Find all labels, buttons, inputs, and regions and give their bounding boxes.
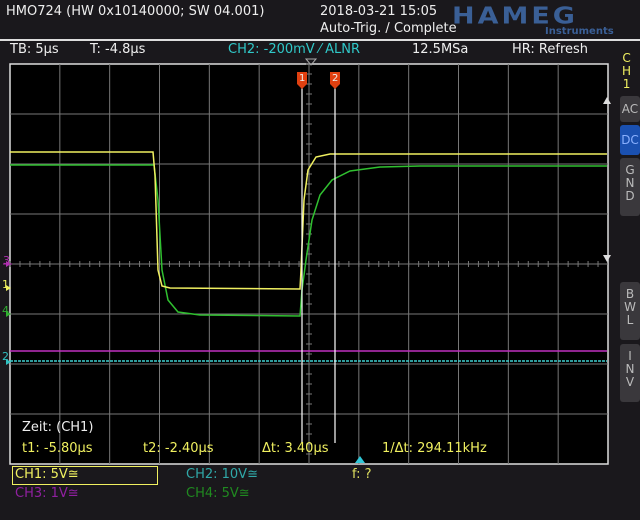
- ch2-scale[interactable]: CH2: 10V≅: [186, 467, 258, 482]
- ch4-scale[interactable]: CH4: 5V≅: [186, 486, 250, 501]
- coupling-dc-button[interactable]: DC: [620, 125, 640, 155]
- coupling-gnd-button[interactable]: G N D: [620, 158, 640, 216]
- cursor-t2: t2: -2.40µs: [143, 441, 214, 456]
- invert-button[interactable]: I N V: [620, 344, 640, 402]
- cursor-delta: Δt: 3.40µs: [262, 441, 329, 456]
- ch3-marker[interactable]: 3: [3, 254, 10, 267]
- cursor-1-label[interactable]: 1: [299, 73, 305, 84]
- cursor-2-label[interactable]: 2: [332, 73, 338, 84]
- ch1-scale[interactable]: CH1: 5V≅: [15, 467, 79, 482]
- cursor-t1: t1: -5.80µs: [22, 441, 93, 456]
- ch3-scale[interactable]: CH3: 1V≅: [15, 486, 79, 501]
- ch1-marker[interactable]: 1: [2, 278, 9, 291]
- ch4-marker[interactable]: 4: [2, 304, 9, 317]
- frequency-counter: f: ?: [352, 467, 372, 482]
- cursor-frequency: 1/Δt: 294.11kHz: [382, 441, 487, 456]
- sidebar-channel-label: C H 1: [622, 51, 632, 91]
- cursor-readout-title: Zeit: (CH1): [22, 420, 94, 435]
- coupling-ac-button[interactable]: AC: [620, 96, 640, 122]
- bandwidth-limit-button[interactable]: B W L: [620, 282, 640, 340]
- ch2-marker[interactable]: 2: [2, 350, 9, 363]
- oscilloscope-screen: HMO724 (HW 0x10140000; SW 04.001) 2018-0…: [0, 0, 640, 520]
